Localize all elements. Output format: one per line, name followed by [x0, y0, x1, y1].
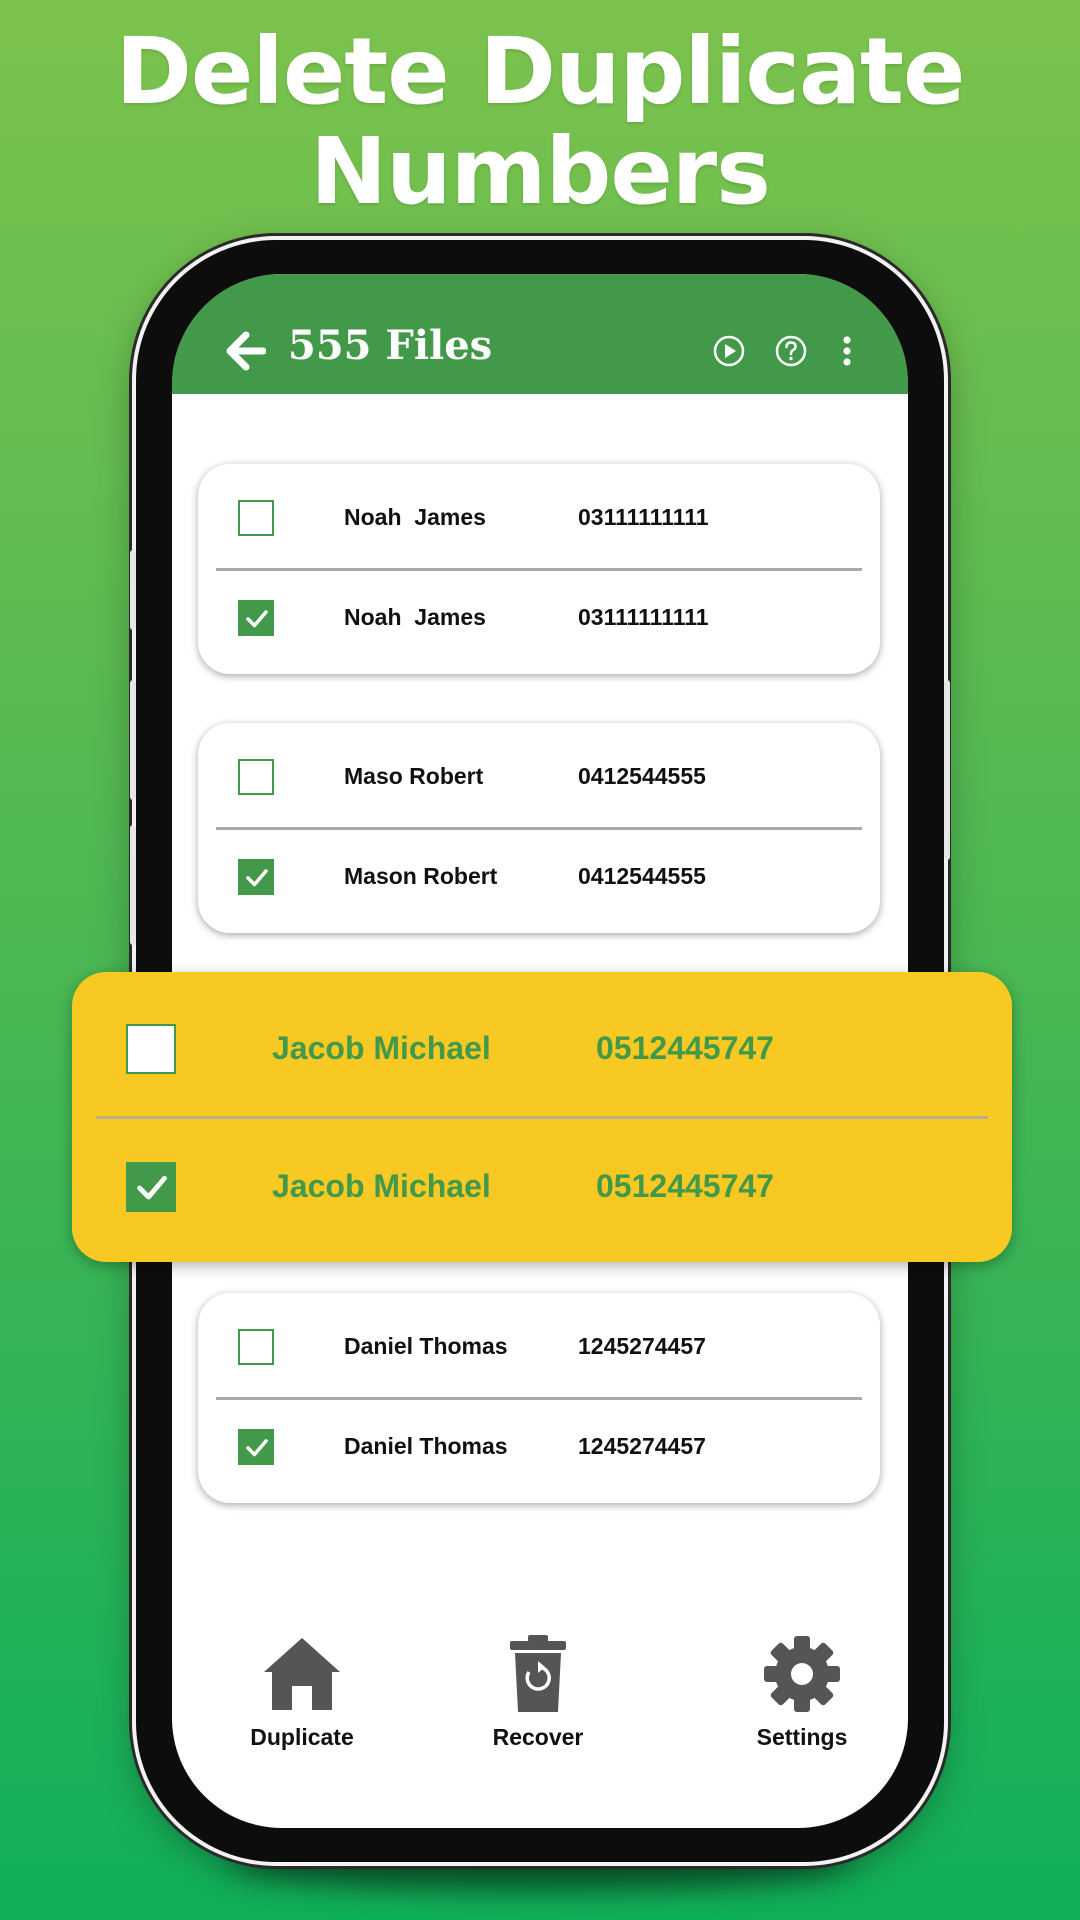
back-arrow-icon[interactable]: [224, 330, 266, 372]
contact-number: 03111111111: [578, 604, 709, 630]
phone-side-button: [130, 680, 136, 800]
row-checkbox-checked[interactable]: [238, 1429, 274, 1465]
contact-number: 1245274457: [578, 1433, 706, 1459]
contact-name: Noah James: [344, 504, 486, 530]
contact-name: Maso Robert: [344, 763, 484, 789]
contact-number: 1245274457: [578, 1333, 706, 1359]
nav-recover-label: Recover: [492, 1724, 584, 1750]
contact-number: 0412544555: [578, 763, 706, 789]
contact-name: Daniel Thomas: [344, 1333, 508, 1359]
row-checkbox-checked[interactable]: [238, 600, 274, 636]
nav-duplicate[interactable]: Duplicate: [212, 1634, 392, 1784]
checkmark-icon: [137, 1175, 167, 1200]
contact-row[interactable]: Daniel Thomas 1245274457: [198, 1393, 880, 1493]
contact-row[interactable]: Noah James 03111111111: [198, 564, 880, 664]
row-checkbox[interactable]: [238, 500, 274, 536]
phone-power-button: [944, 680, 950, 860]
checkmark-icon: [246, 610, 268, 628]
contact-number: 0512445747: [596, 1168, 774, 1204]
contact-name: Jacob Michael: [272, 1168, 491, 1204]
nav-duplicate-label: Duplicate: [250, 1724, 354, 1750]
row-checkbox-checked[interactable]: [126, 1162, 176, 1212]
phone-side-button: [130, 825, 136, 945]
help-icon[interactable]: [774, 334, 808, 368]
checkmark-icon: [246, 869, 268, 887]
bottom-nav: Duplicate Recover Settings: [172, 1634, 908, 1784]
restore-trash-icon: [510, 1635, 566, 1712]
checkmark-icon: [246, 1439, 268, 1457]
contact-number: 0512445747: [596, 1030, 774, 1066]
phone-side-button: [130, 550, 136, 630]
contact-name: Noah James: [344, 604, 486, 630]
row-checkbox[interactable]: [126, 1024, 176, 1074]
row-checkbox[interactable]: [238, 1329, 274, 1365]
contact-row[interactable]: Jacob Michael 0512445747: [72, 972, 1012, 1112]
contact-name: Daniel Thomas: [344, 1433, 508, 1459]
gear-icon: [764, 1636, 840, 1712]
row-checkbox[interactable]: [238, 759, 274, 795]
nav-recover[interactable]: Recover: [448, 1634, 628, 1784]
contact-row[interactable]: Mason Robert 0412544555: [198, 823, 880, 923]
contact-row[interactable]: Jacob Michael 0512445747: [72, 1110, 1012, 1250]
contact-number: 0412544555: [578, 863, 706, 889]
headline-line-2: Numbers: [310, 118, 771, 225]
more-vertical-icon[interactable]: [830, 334, 864, 368]
contact-row[interactable]: Daniel Thomas 1245274457: [198, 1293, 880, 1393]
highlighted-duplicate-group: Jacob Michael 0512445747 Jacob Michael 0…: [72, 972, 1012, 1262]
contact-row[interactable]: Noah James 03111111111: [198, 464, 880, 564]
headline-line-1: Delete Duplicate: [115, 18, 966, 125]
duplicate-group-card: Noah James 03111111111 Noah James 031111…: [198, 464, 880, 674]
nav-settings[interactable]: Settings: [712, 1634, 892, 1784]
contact-name: Jacob Michael: [272, 1030, 491, 1066]
play-icon[interactable]: [712, 334, 746, 368]
app-bar: 555 Files: [172, 274, 908, 394]
duplicate-group-card: Maso Robert 0412544555 Mason Robert 0412…: [198, 723, 880, 933]
contact-number: 03111111111: [578, 504, 709, 530]
row-checkbox-checked[interactable]: [238, 859, 274, 895]
home-icon: [264, 1638, 340, 1710]
contact-row[interactable]: Maso Robert 0412544555: [198, 723, 880, 823]
promo-headline: Delete Duplicate Numbers: [0, 22, 1080, 222]
contact-name: Mason Robert: [344, 863, 498, 889]
page-title: 555 Files: [288, 322, 493, 369]
duplicate-group-card: Daniel Thomas 1245274457 Daniel Thomas 1…: [198, 1293, 880, 1503]
nav-settings-label: Settings: [756, 1724, 848, 1750]
